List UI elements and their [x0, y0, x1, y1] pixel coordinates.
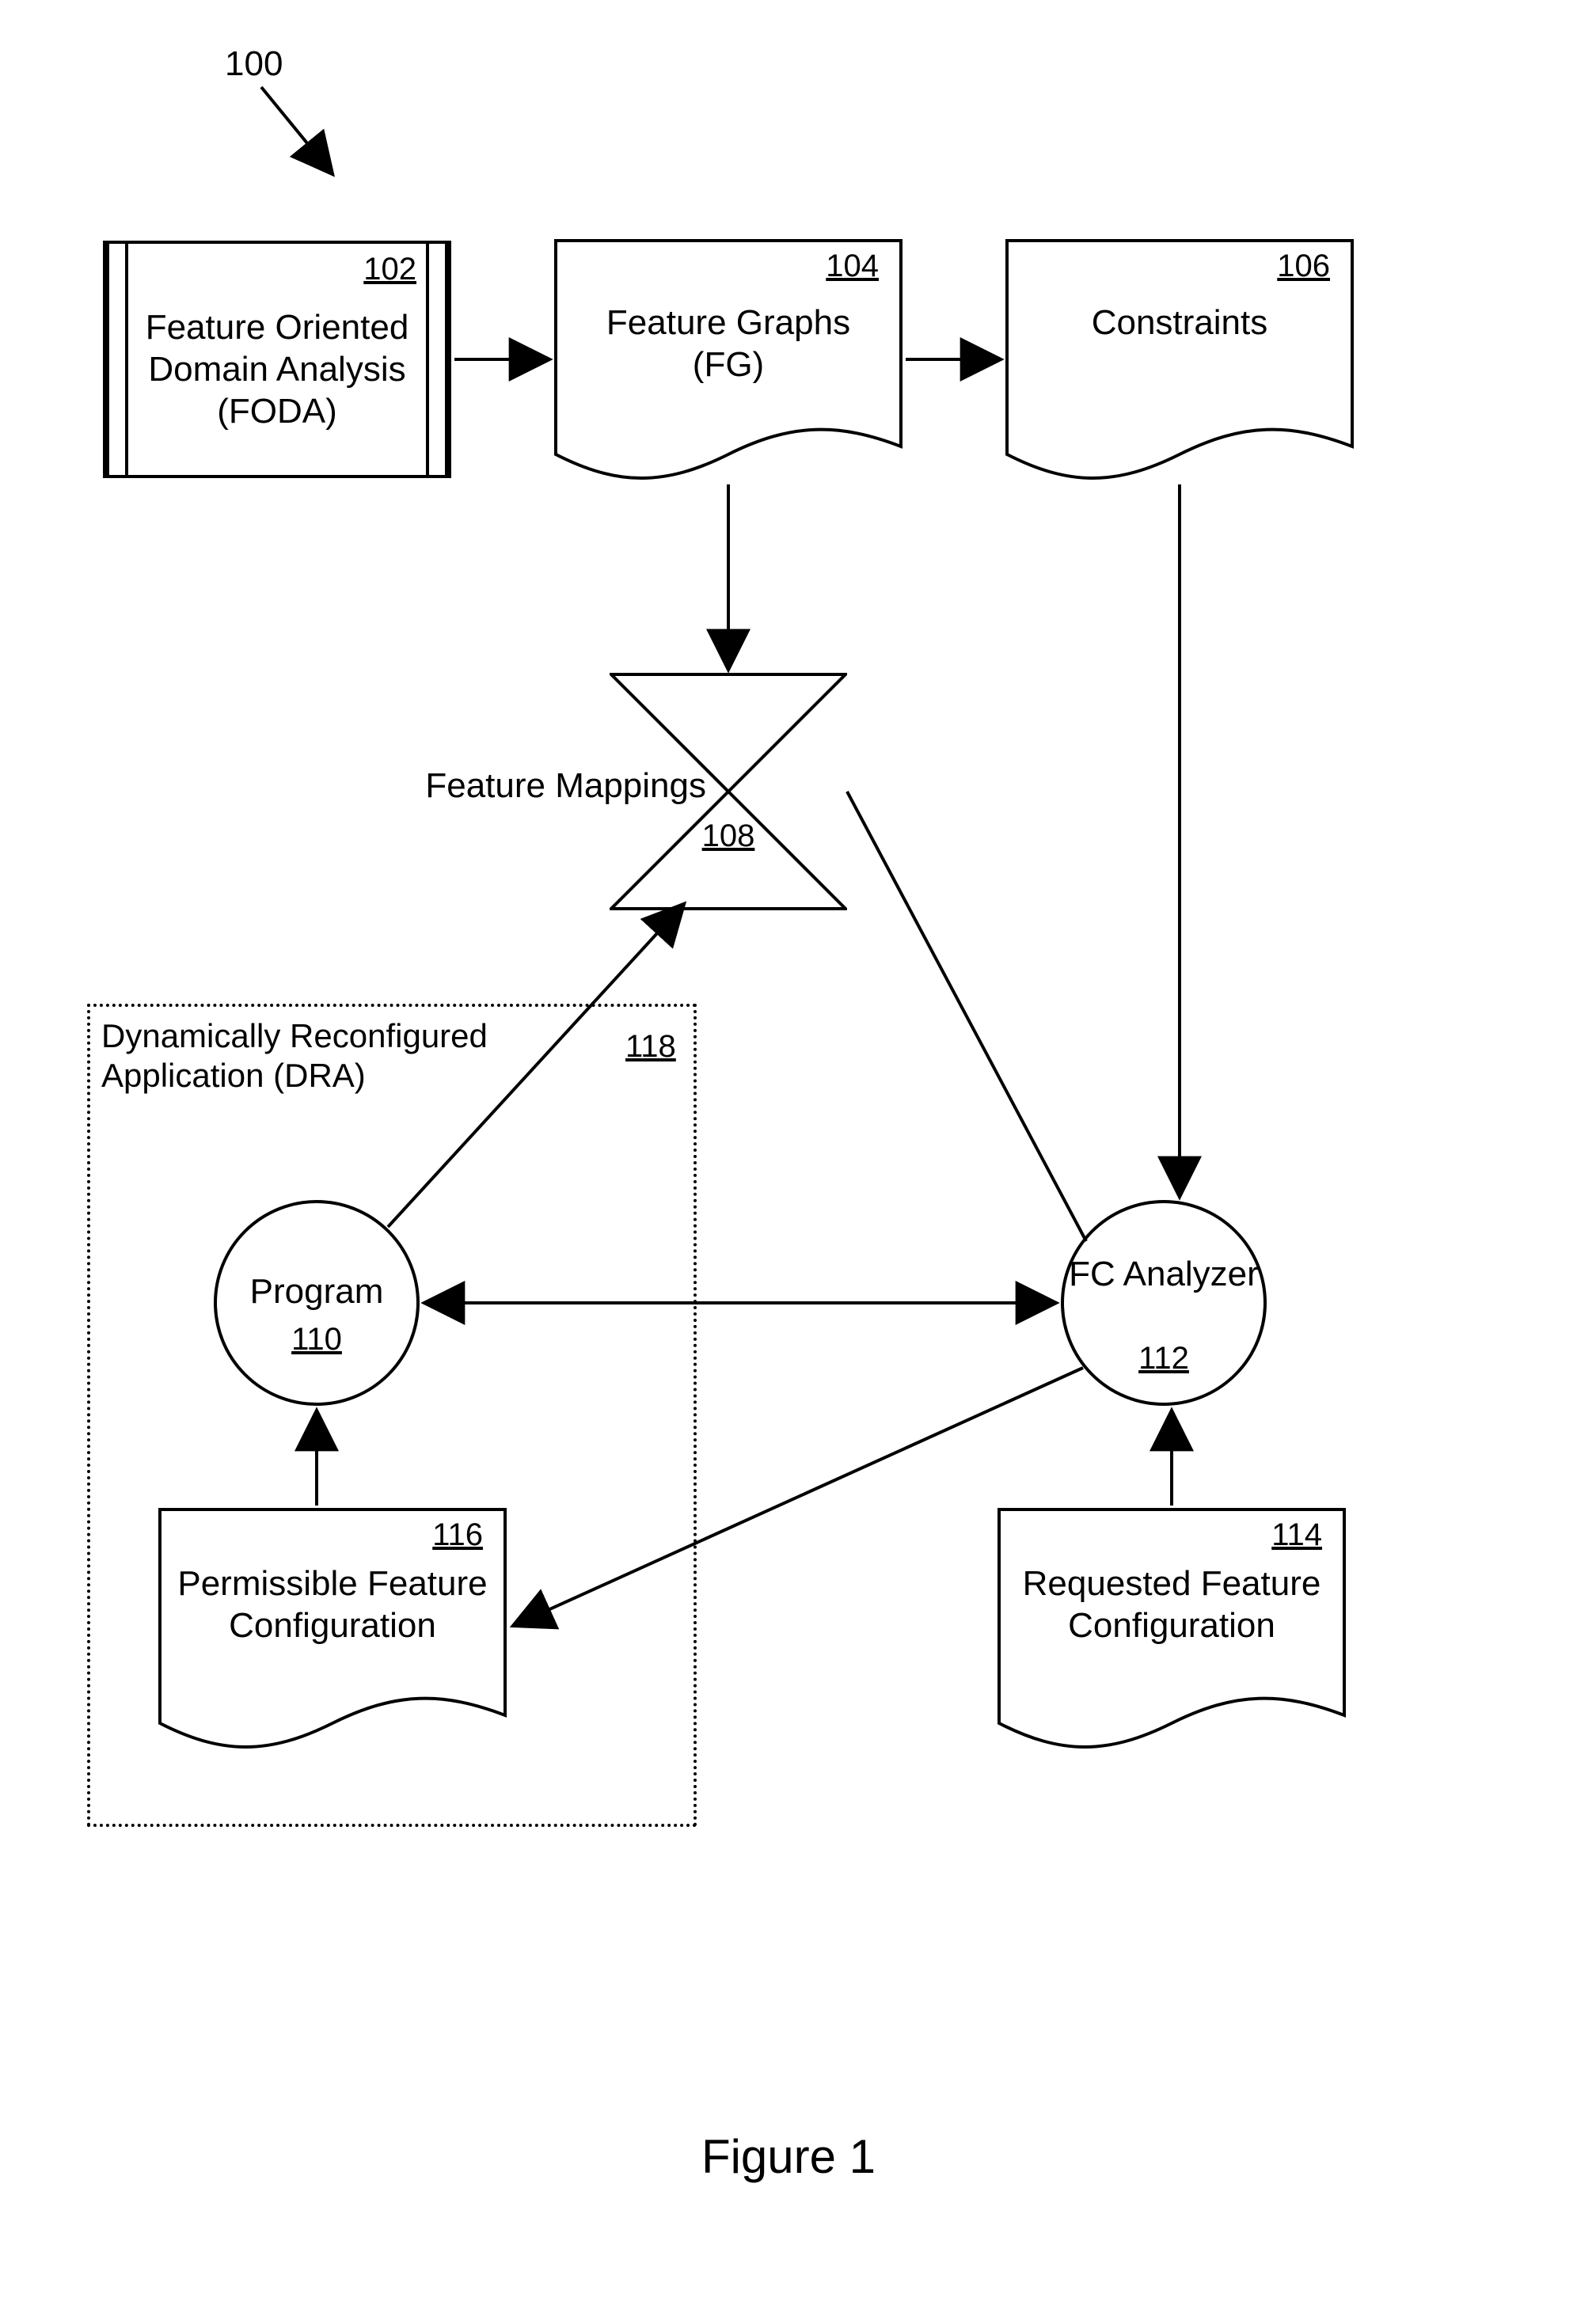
node-feature-mappings-ref: 108: [689, 818, 768, 854]
node-foda-ref: 102: [363, 252, 416, 287]
node-requested-fc-ref: 114: [1271, 1517, 1322, 1553]
node-constraints: 106 Constraints: [1005, 239, 1354, 484]
node-permissible-fc-label: Permissible Feature Configuration: [174, 1563, 491, 1647]
node-permissible-fc: 116 Permissible Feature Configuration: [158, 1508, 507, 1753]
node-feature-graphs-ref: 104: [826, 249, 879, 284]
node-feature-mappings-label: Feature Mappings: [405, 766, 706, 806]
dra-ref: 118: [625, 1029, 676, 1065]
diagram-stage: 100 Dynamically Reconfigured Applicatio: [0, 0, 1577, 2324]
node-foda-label: Feature Oriented Domain Analysis (FODA): [138, 307, 416, 432]
node-fc-analyzer: FC Analyzer 112: [1061, 1200, 1267, 1406]
figure-caption: Figure 1: [0, 2129, 1577, 2184]
node-constraints-ref: 106: [1277, 249, 1330, 284]
node-permissible-fc-ref: 116: [432, 1517, 483, 1553]
node-fc-analyzer-label: FC Analyzer: [1064, 1254, 1264, 1296]
node-requested-fc-label: Requested Feature Configuration: [1013, 1563, 1330, 1647]
node-program-ref: 110: [217, 1322, 416, 1358]
node-requested-fc: 114 Requested Feature Configuration: [998, 1508, 1346, 1753]
node-program-label: Program: [217, 1271, 416, 1313]
dra-label: Dynamically Reconfigured Application (DR…: [101, 1016, 513, 1096]
node-constraints-label: Constraints: [1021, 302, 1338, 344]
node-feature-graphs: 104 Feature Graphs (FG): [554, 239, 902, 484]
node-feature-graphs-label: Feature Graphs (FG): [570, 302, 887, 386]
node-fc-analyzer-ref: 112: [1064, 1341, 1264, 1377]
node-program: Program 110: [214, 1200, 420, 1406]
node-foda: 102 Feature Oriented Domain Analysis (FO…: [103, 241, 451, 478]
